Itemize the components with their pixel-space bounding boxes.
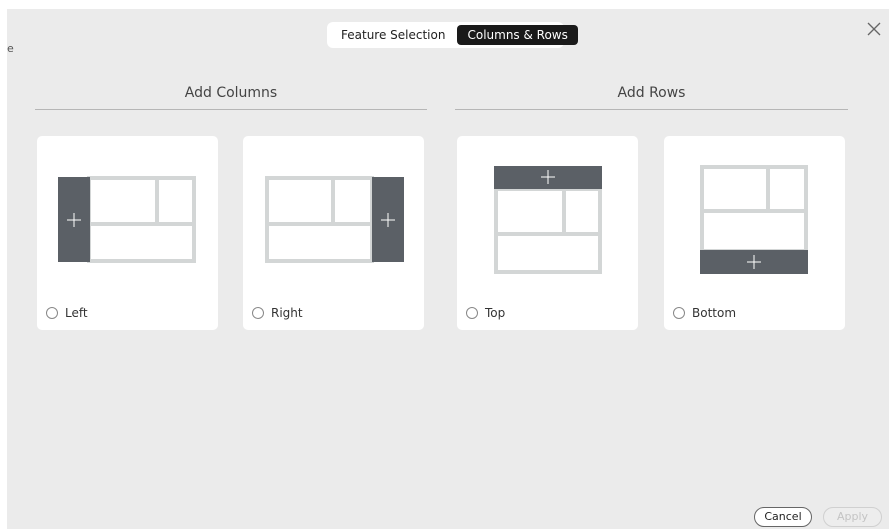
cancel-button[interactable]: Cancel (754, 507, 812, 527)
left-radio[interactable] (46, 307, 58, 319)
top-label: Top (485, 306, 506, 320)
layout-left-illustration (58, 176, 196, 263)
left-label: Left (65, 306, 88, 320)
add-columns-title: Add Columns (184, 85, 278, 101)
add-rows-title: Add Rows (617, 85, 686, 101)
tab-bar: Feature Selection Columns & Rows (327, 22, 578, 48)
add-columns-divider (35, 109, 427, 110)
layout-bottom-illustration (700, 165, 808, 274)
tab-feature-selection[interactable]: Feature Selection (331, 25, 455, 45)
columns-rows-dialog: e Feature Selection Columns & Rows Add C… (7, 9, 889, 529)
option-card-bottom[interactable]: Bottom (664, 136, 845, 330)
side-mark: e (7, 42, 14, 55)
top-option[interactable]: Top (466, 306, 505, 320)
option-card-right[interactable]: Right (243, 136, 424, 330)
layout-right-illustration (265, 176, 404, 263)
option-card-top[interactable]: Top (457, 136, 638, 330)
close-icon[interactable] (866, 21, 882, 37)
right-radio[interactable] (252, 307, 264, 319)
apply-button[interactable]: Apply (823, 507, 882, 527)
tab-columns-rows[interactable]: Columns & Rows (457, 25, 578, 45)
bottom-label: Bottom (692, 306, 737, 320)
left-option[interactable]: Left (46, 306, 88, 320)
bottom-option[interactable]: Bottom (673, 306, 736, 320)
layout-top-illustration (494, 166, 602, 274)
right-label: Right (271, 306, 303, 320)
add-rows-divider (455, 109, 848, 110)
option-card-left[interactable]: Left (37, 136, 218, 330)
right-option[interactable]: Right (252, 306, 303, 320)
top-radio[interactable] (466, 307, 478, 319)
bottom-radio[interactable] (673, 307, 685, 319)
